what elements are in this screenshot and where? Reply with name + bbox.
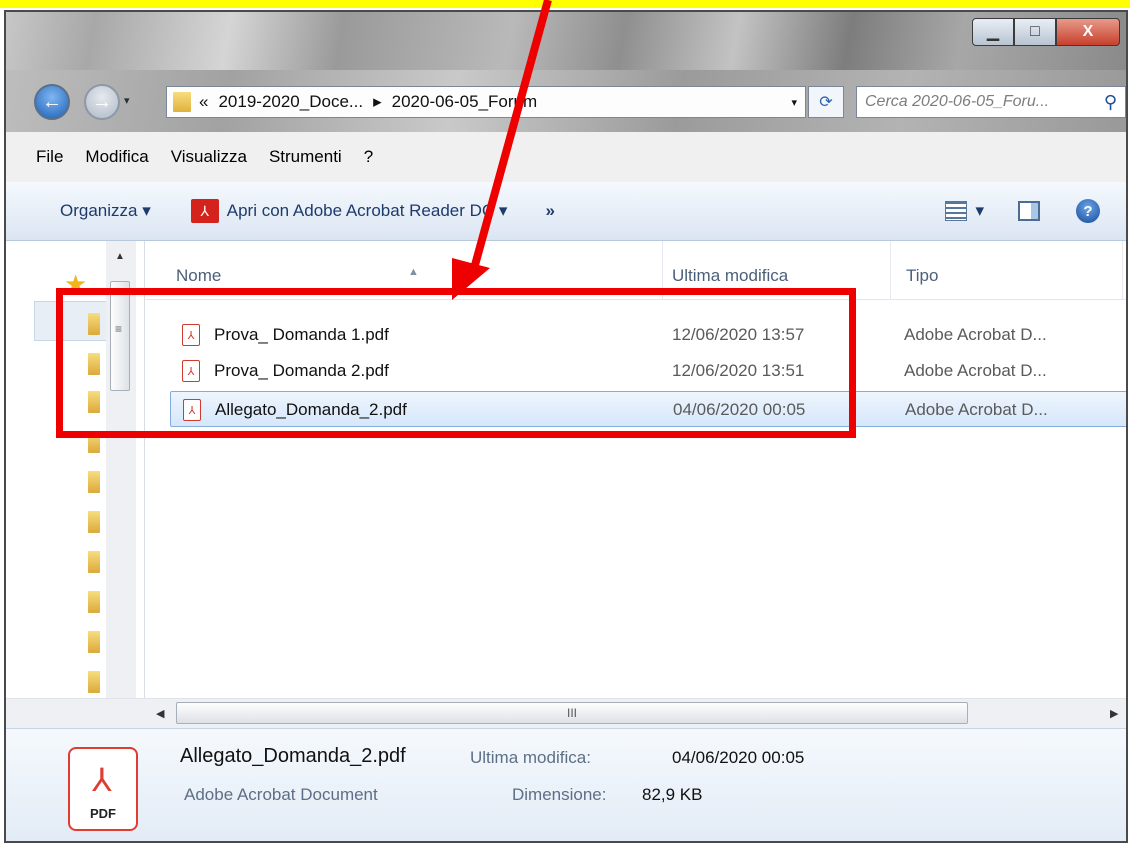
file-type: Adobe Acrobat D... [904,325,1047,344]
command-bar: Organizza ▾ ⅄ Apri con Adobe Acrobat Rea… [6,182,1126,241]
nav-vertical-scrollbar[interactable]: ▲ ≡ ▼ [106,241,136,716]
window-controls: ▁ □ X [972,18,1120,46]
menu-visualizza[interactable]: Visualizza [171,147,247,167]
nav-selected-item[interactable] [34,301,114,341]
nav-folder-icon[interactable] [88,391,100,413]
nav-scroll-thumb[interactable]: ≡ [110,281,130,391]
file-type: Adobe Acrobat D... [905,400,1048,419]
title-bar: ▁ □ X [6,12,1126,70]
file-name: Allegato_Domanda_2.pdf [215,400,407,419]
open-with-acrobat-button[interactable]: ⅄ Apri con Adobe Acrobat Reader DC ▾ [190,199,508,223]
column-headers: ▲ Nome Ultima modifica Tipo [146,241,1126,300]
breadcrumb-separator[interactable]: ▸ [373,92,382,112]
nav-folder-icon[interactable] [88,671,100,693]
address-row: ← → ▾ « 2019-2020_Doce... ▸ 2020-06-05_F… [6,70,1126,132]
search-icon[interactable]: ⚲ [1104,92,1117,113]
horizontal-scroll-thumb[interactable]: III [176,702,968,724]
file-modified: 12/06/2020 13:51 [672,361,805,380]
breadcrumb-segment-parent[interactable]: 2019-2020_Doce... [218,92,363,112]
details-file-type: Adobe Acrobat Document [184,785,378,804]
close-button[interactable]: X [1056,18,1120,46]
menu-help[interactable]: ? [364,147,373,167]
scroll-right-arrow[interactable]: ▶ [1110,707,1118,720]
details-size-value: 82,9 KB [642,785,703,804]
nav-folder-icon[interactable] [88,431,100,453]
favorites-star-icon[interactable]: ★ [64,269,87,300]
scroll-grip: ≡ [115,322,123,336]
command-bar-right: ▾ ? [945,182,1126,240]
menu-modifica[interactable]: Modifica [85,147,148,167]
folder-icon [173,92,191,112]
pdf-file-icon: ⅄ [182,324,200,346]
file-row-selected[interactable]: ⅄ Allegato_Domanda_2.pdf 04/06/2020 00:0… [170,391,1126,427]
details-modified-value[interactable]: 04/06/2020 00:05 [672,748,804,768]
column-name[interactable]: Nome [176,266,221,286]
details-modified-label: Ultima modifica: [470,748,591,767]
scroll-left-arrow[interactable]: ◀ [156,707,164,720]
details-pane: ⅄ PDF Allegato_Domanda_2.pdf Ultima modi… [6,728,1126,841]
address-dropdown[interactable]: ▾ [791,96,797,109]
refresh-button[interactable]: ⟳ [808,86,844,118]
file-row[interactable]: ⅄ Prova_ Domanda 2.pdf 12/06/2020 13:51 … [170,353,1126,389]
open-with-label: Apri con Adobe Acrobat Reader DC ▾ [226,201,508,220]
menu-bar: File Modifica Visualizza Strumenti ? [6,132,1126,183]
column-divider[interactable] [890,241,891,299]
nav-folder-icon[interactable] [88,511,100,533]
scroll-up-arrow[interactable]: ▲ [115,251,125,262]
refresh-icon: ⟳ [819,94,833,111]
nav-folder-icon[interactable] [88,551,100,573]
menu-strumenti[interactable]: Strumenti [269,147,342,167]
yellow-top-strip [0,0,1130,8]
nav-folder-icon[interactable] [88,353,100,375]
address-bar[interactable]: « 2019-2020_Doce... ▸ 2020-06-05_Forum ▾ [166,86,806,118]
file-row[interactable]: ⅄ Prova_ Domanda 1.pdf 12/06/2020 13:57 … [170,317,1126,353]
file-modified: 12/06/2020 13:57 [672,325,805,344]
file-type: Adobe Acrobat D... [904,361,1047,380]
preview-pane-icon[interactable] [1018,201,1040,221]
file-name: Prova_ Domanda 1.pdf [214,325,389,344]
sort-indicator-icon: ▲ [408,266,419,278]
nav-folder-icon[interactable] [88,591,100,613]
back-button[interactable]: ← [34,84,70,120]
column-modified[interactable]: Ultima modifica [672,266,788,286]
nav-folder-icon[interactable] [88,313,100,335]
file-name: Prova_ Domanda 2.pdf [214,361,389,380]
column-divider[interactable] [1122,241,1123,299]
breadcrumb-overflow[interactable]: « [199,92,208,112]
minimize-button[interactable]: ▁ [972,18,1014,46]
search-placeholder: Cerca 2020-06-05_Foru... [865,93,1050,110]
column-type[interactable]: Tipo [906,266,938,286]
forward-button[interactable]: → [84,84,120,120]
explorer-window: ▁ □ X ← → ▾ « 2019-2020_Doce... ▸ 2020-0… [4,10,1128,843]
search-input[interactable]: Cerca 2020-06-05_Foru... ⚲ [856,86,1126,118]
column-divider[interactable] [662,241,663,299]
view-dropdown[interactable]: ▾ [975,201,984,221]
back-arrow-icon: ← [42,90,62,113]
change-view-icon[interactable] [945,201,968,221]
more-commands-button[interactable]: » [545,201,554,221]
file-modified: 04/06/2020 00:05 [673,400,806,419]
pdf-icon-label: PDF [90,806,116,821]
acrobat-icon: ⅄ [190,199,219,223]
acrobat-glyph-icon: ⅄ [92,762,112,798]
nav-folder-icon[interactable] [88,631,100,653]
pdf-document-icon: ⅄ PDF [68,747,138,831]
details-file-name: Allegato_Domanda_2.pdf [180,745,406,767]
navigation-pane: ★ ▲ ≡ ▼ [6,241,145,716]
nav-folder-icon[interactable] [88,471,100,493]
pdf-file-icon: ⅄ [182,360,200,382]
pdf-file-icon: ⅄ [183,399,201,421]
organize-button[interactable]: Organizza ▾ [60,201,151,221]
help-icon[interactable]: ? [1076,199,1100,223]
menu-file[interactable]: File [36,147,63,167]
forward-arrow-icon: → [92,90,112,113]
horizontal-scrollbar[interactable]: ◀ III ▶ [6,698,1126,729]
scroll-grip: III [566,706,577,720]
maximize-button[interactable]: □ [1014,18,1056,46]
breadcrumb-segment-current[interactable]: 2020-06-05_Forum [392,92,538,112]
file-list: ▲ Nome Ultima modifica Tipo ⅄ Prova_ Dom… [146,241,1126,716]
details-size-label: Dimensione: [512,785,607,804]
recent-pages-dropdown[interactable]: ▾ [124,94,130,107]
